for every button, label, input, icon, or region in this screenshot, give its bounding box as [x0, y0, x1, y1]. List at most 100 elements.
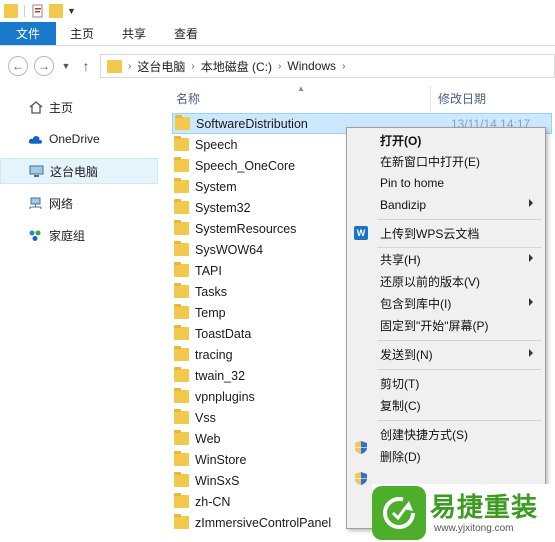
- folder-icon: [107, 59, 122, 73]
- file-name: zh-CN: [195, 494, 231, 509]
- menu-item-label: 包含到库中(I): [380, 297, 452, 311]
- breadcrumb-windows[interactable]: Windows: [287, 59, 336, 73]
- table-row[interactable]: WinStore: [174, 449, 246, 470]
- breadcrumb-local-disk[interactable]: 本地磁盘 (C:): [201, 58, 272, 75]
- menu-item-upload-wps[interactable]: W 上传到WPS云文档: [347, 223, 545, 244]
- arrow-left-icon: ←: [12, 59, 24, 73]
- back-button[interactable]: ←: [8, 56, 28, 76]
- sidebar-item-homegroup[interactable]: 家庭组: [0, 222, 158, 248]
- table-row[interactable]: Web: [174, 428, 220, 449]
- sidebar-item-home[interactable]: 主页: [0, 94, 158, 120]
- file-name: System: [195, 179, 237, 194]
- column-divider[interactable]: [430, 86, 431, 112]
- sidebar-item-this-pc[interactable]: 这台电脑: [0, 158, 158, 184]
- table-row[interactable]: Temp: [174, 302, 226, 323]
- menu-item-label: 上传到WPS云文档: [380, 227, 480, 241]
- chevron-right-icon[interactable]: ›: [128, 61, 131, 72]
- ribbon-tabs: 文件 主页 共享 查看: [0, 22, 555, 46]
- chevron-right-icon[interactable]: ›: [342, 61, 345, 72]
- sidebar-item-label: 主页: [49, 100, 74, 115]
- table-row[interactable]: Speech_OneCore: [174, 155, 295, 176]
- address-row: ← → ▼ ↑ › 这台电脑 › 本地磁盘 (C:) › Windows ›: [0, 46, 555, 86]
- shield-icon: [354, 471, 368, 486]
- arrow-right-icon: →: [38, 59, 50, 73]
- file-name: WinStore: [195, 452, 247, 467]
- sort-up-icon: ▲: [297, 84, 305, 93]
- tab-home[interactable]: 主页: [56, 22, 108, 45]
- column-header-date[interactable]: 修改日期: [438, 90, 486, 110]
- file-name: System32: [195, 200, 251, 215]
- menu-item-send-to[interactable]: 发送到(N): [347, 344, 545, 365]
- address-bar[interactable]: › 这台电脑 › 本地磁盘 (C:) › Windows ›: [100, 54, 555, 78]
- menu-item-open-new-window[interactable]: 在新窗口中打开(E): [347, 151, 545, 172]
- table-row[interactable]: zh-CN: [174, 491, 230, 512]
- menu-item-pin-to-start[interactable]: 固定到"开始"屏幕(P): [347, 315, 545, 336]
- chevron-right-icon[interactable]: ›: [191, 61, 194, 72]
- folder-icon: [174, 304, 189, 319]
- new-folder-icon[interactable]: [49, 4, 63, 18]
- tab-view[interactable]: 查看: [160, 22, 212, 45]
- menu-item-restore-previous[interactable]: 还原以前的版本(V): [347, 271, 545, 292]
- file-name: vpnplugins: [195, 389, 255, 404]
- file-name: WinSxS: [195, 473, 240, 488]
- submenu-arrow-icon: [529, 199, 533, 207]
- folder-icon: [174, 325, 189, 340]
- recent-locations-icon[interactable]: ▼: [60, 61, 72, 71]
- menu-item-share[interactable]: 共享(H): [347, 249, 545, 270]
- folder-icon: [174, 472, 189, 487]
- table-row[interactable]: ToastData: [174, 323, 251, 344]
- properties-icon[interactable]: [31, 4, 45, 18]
- menu-item-copy[interactable]: 复制(C): [347, 395, 545, 416]
- table-row[interactable]: vpnplugins: [174, 386, 255, 407]
- menu-item-delete[interactable]: 删除(D): [347, 441, 545, 467]
- table-row[interactable]: Vss: [174, 407, 216, 428]
- folder-icon: [174, 409, 189, 424]
- table-row[interactable]: System32: [174, 197, 251, 218]
- table-row[interactable]: tracing: [174, 344, 233, 365]
- sidebar-item-onedrive[interactable]: OneDrive: [0, 126, 158, 152]
- file-name: Vss: [195, 410, 216, 425]
- tab-share[interactable]: 共享: [108, 22, 160, 45]
- submenu-arrow-icon: [529, 298, 533, 306]
- folder-icon: [175, 115, 190, 130]
- table-row[interactable]: twain_32: [174, 365, 245, 386]
- menu-item-create-shortcut[interactable]: 创建快捷方式(S): [347, 424, 545, 445]
- file-name: SoftwareDistribution: [196, 116, 308, 131]
- table-row[interactable]: Tasks: [174, 281, 227, 302]
- table-row[interactable]: TAPI: [174, 260, 222, 281]
- menu-item-cut[interactable]: 剪切(T): [347, 373, 545, 394]
- home-icon: [28, 100, 43, 114]
- folder-icon: [174, 157, 189, 172]
- file-name: twain_32: [195, 368, 246, 383]
- table-row[interactable]: SystemResources: [174, 218, 296, 239]
- folder-icon: [174, 493, 189, 508]
- sidebar-item-label: 这台电脑: [50, 164, 99, 179]
- column-header-name[interactable]: 名称: [176, 90, 200, 110]
- breadcrumb-this-pc[interactable]: 这台电脑: [137, 58, 185, 75]
- table-row[interactable]: Speech: [174, 134, 237, 155]
- sidebar-item-network[interactable]: 网络: [0, 190, 158, 216]
- menu-item-open[interactable]: 打开(O): [347, 130, 545, 151]
- computer-icon: [29, 164, 44, 178]
- menu-item-include-in-library[interactable]: 包含到库中(I): [347, 293, 545, 314]
- table-row[interactable]: SysWOW64: [174, 239, 263, 260]
- folder-icon: [174, 451, 189, 466]
- table-row[interactable]: System: [174, 176, 237, 197]
- wps-cloud-icon: W: [354, 226, 368, 240]
- chevron-right-icon[interactable]: ›: [278, 61, 281, 72]
- menu-item-pin-to-home[interactable]: Pin to home: [347, 172, 545, 193]
- customize-toolbar-icon[interactable]: ▼: [67, 6, 76, 16]
- table-row[interactable]: zImmersiveControlPanel: [174, 512, 331, 533]
- title-bar: ▼: [0, 0, 555, 22]
- forward-button[interactable]: →: [34, 56, 54, 76]
- file-name: ToastData: [195, 326, 252, 341]
- menu-item-label: 删除(D): [380, 450, 421, 464]
- up-button[interactable]: ↑: [78, 58, 94, 74]
- menu-item-bandizip[interactable]: Bandizip: [347, 194, 545, 215]
- tab-file[interactable]: 文件: [0, 22, 57, 45]
- folder-icon: [174, 136, 189, 151]
- menu-separator: [377, 247, 541, 248]
- table-row[interactable]: WinSxS: [174, 470, 239, 491]
- folder-icon: [174, 220, 189, 235]
- submenu-arrow-icon: [529, 254, 533, 262]
